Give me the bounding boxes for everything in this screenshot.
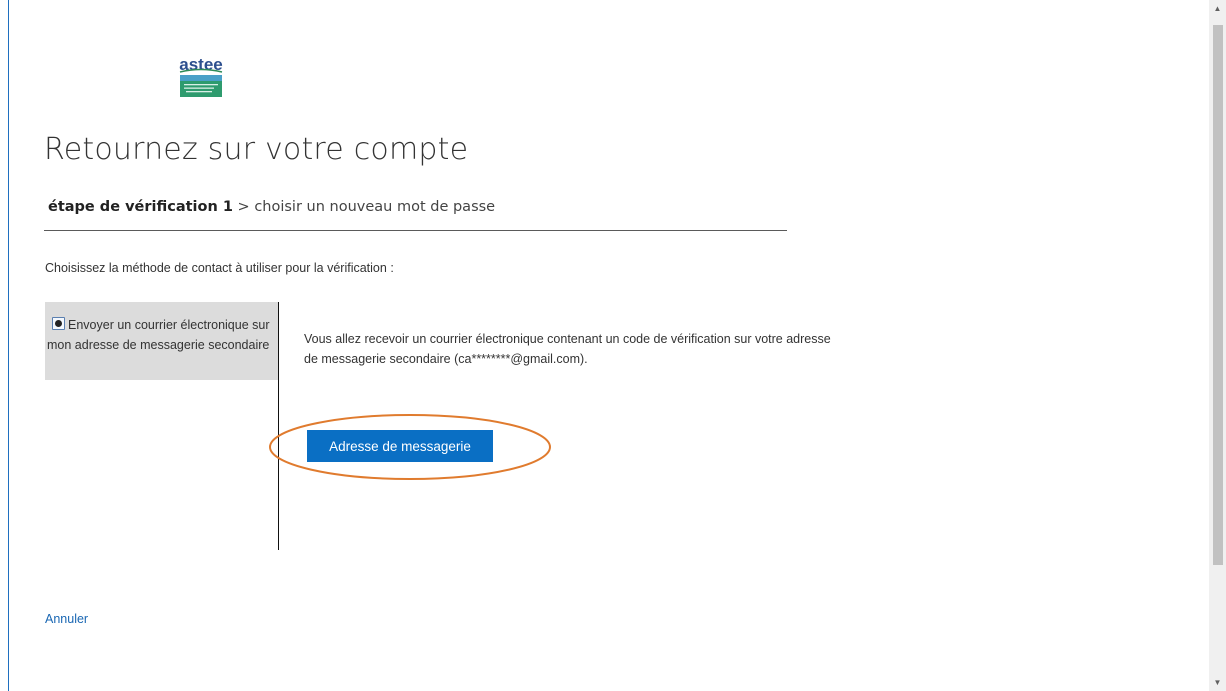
page-left-border	[8, 0, 9, 691]
scroll-up-icon[interactable]: ▲	[1209, 0, 1226, 17]
breadcrumb-separator: >	[237, 199, 250, 215]
breadcrumb-divider	[44, 230, 787, 231]
options-divider	[278, 302, 279, 550]
astee-logo: astee	[172, 51, 230, 99]
page-title: Retournez sur votre compte	[44, 132, 469, 167]
scroll-thumb[interactable]	[1213, 25, 1223, 565]
radio-selected-icon[interactable]	[52, 317, 65, 330]
breadcrumb-step-next: choisir un nouveau mot de passe	[254, 199, 496, 215]
breadcrumb: étape de vérification 1 > choisir un nou…	[48, 199, 788, 215]
vertical-scrollbar[interactable]: ▲ ▼	[1209, 0, 1226, 691]
instruction-text: Choisissez la méthode de contact à utili…	[45, 261, 394, 275]
breadcrumb-step-current: étape de vérification 1	[48, 199, 233, 215]
cancel-link[interactable]: Annuler	[45, 612, 88, 626]
scroll-down-icon[interactable]: ▼	[1209, 674, 1226, 691]
contact-method-label: Envoyer un courrier électronique sur mon…	[47, 318, 270, 352]
contact-method-option[interactable]: Envoyer un courrier électronique sur mon…	[45, 302, 278, 380]
contact-method-label-wrapper[interactable]: Envoyer un courrier électronique sur mon…	[47, 315, 278, 355]
email-address-button[interactable]: Adresse de messagerie	[307, 430, 493, 462]
method-description: Vous allez recevoir un courrier électron…	[304, 332, 831, 366]
